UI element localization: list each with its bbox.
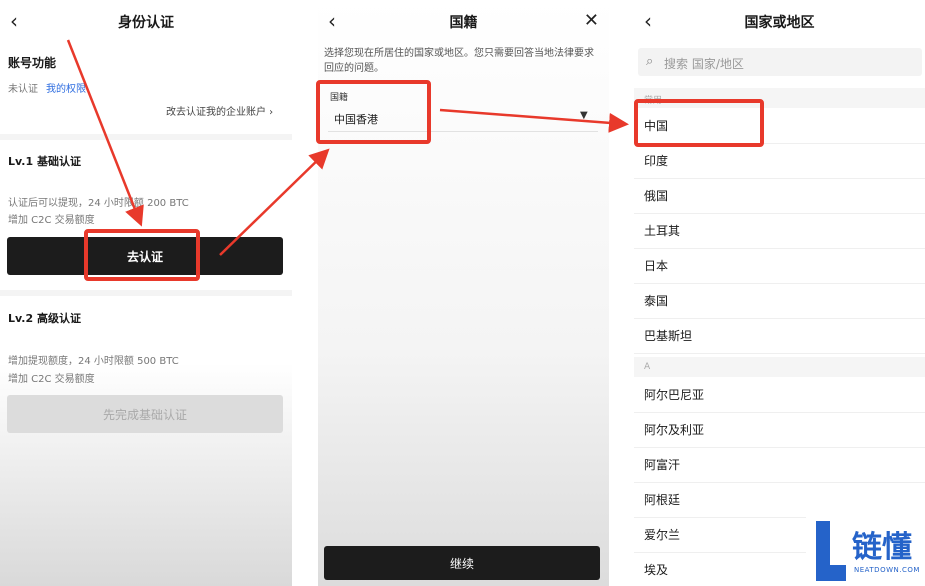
country-row[interactable]: 阿富汗 <box>634 448 925 483</box>
lv2-description-2: 增加 C2C 交易额度 <box>8 374 95 385</box>
enterprise-verification-link[interactable]: 改去认证我的企业账户 › <box>166 103 273 118</box>
logo-mark-icon <box>816 521 846 581</box>
account-section-label: 账号功能 <box>8 56 57 70</box>
identity-verification-screen: ‹ 身份认证 账号功能 未认证 我的权限 改去认证我的企业账户 › Lv.1 基… <box>0 0 292 586</box>
page-title: 国家或地区 <box>744 15 815 31</box>
header: ‹ 国籍 ✕ <box>318 8 609 36</box>
my-rights-link[interactable]: 我的权限 <box>46 80 86 95</box>
country-row[interactable]: 阿尔及利亚 <box>634 413 925 448</box>
highlight-box-verify-button <box>84 229 200 281</box>
header: ‹ 国家或地区 <box>634 8 925 36</box>
country-row[interactable]: 阿根廷 <box>634 483 925 518</box>
continue-button[interactable]: 继续 <box>324 546 600 580</box>
lv1-title: Lv.1 基础认证 <box>8 155 81 168</box>
section-divider <box>0 290 292 296</box>
close-icon[interactable]: ✕ <box>584 10 599 32</box>
country-row[interactable]: 俄国 <box>634 179 925 214</box>
lv2-description: 增加提现额度，24 小时限额 500 BTC <box>8 356 179 367</box>
section-header-a: A <box>634 357 925 377</box>
page-title: 身份认证 <box>118 15 174 31</box>
highlight-box-china <box>634 99 764 147</box>
complete-basic-first-button: 先完成基础认证 <box>7 395 283 433</box>
logo-text: 链懂 <box>852 530 912 565</box>
country-row[interactable]: 日本 <box>634 249 925 284</box>
dropdown-caret-icon[interactable]: ▼ <box>580 110 588 121</box>
country-row[interactable]: 印度 <box>634 144 925 179</box>
search-input[interactable]: 搜索 国家/地区 <box>664 55 744 72</box>
section-divider <box>0 134 292 140</box>
country-row[interactable]: 泰国 <box>634 284 925 319</box>
country-row[interactable]: 巴基斯坦 <box>634 319 925 354</box>
watermark-logo: 链懂 NEATDOWN.COM <box>806 516 925 586</box>
lv1-description-2: 增加 C2C 交易额度 <box>8 215 95 226</box>
nationality-intro-text: 选择您现在所居住的国家或地区。您只需要回答当地法律要求回应的问题。 <box>324 48 594 74</box>
header: ‹ 身份认证 <box>0 8 292 36</box>
search-icon: ⌕ <box>646 54 654 69</box>
country-row[interactable]: 土耳其 <box>634 214 925 249</box>
page-title: 国籍 <box>449 15 478 31</box>
lv2-title: Lv.2 高级认证 <box>8 312 81 325</box>
verification-status: 未认证 <box>8 84 38 95</box>
country-search-box[interactable]: ⌕ 搜索 国家/地区 <box>638 48 922 76</box>
country-row[interactable]: 阿尔巴尼亚 <box>634 378 925 413</box>
highlight-box-nationality <box>316 80 431 144</box>
country-region-screen: ‹ 国家或地区 ⌕ 搜索 国家/地区 常用 中国 印度 俄国 土耳其 日本 泰国 巴基斯坦 … <box>634 0 925 586</box>
logo-subtext: NEATDOWN.COM <box>854 566 920 574</box>
lv1-description: 认证后可以提现，24 小时限额 200 BTC <box>8 198 189 209</box>
